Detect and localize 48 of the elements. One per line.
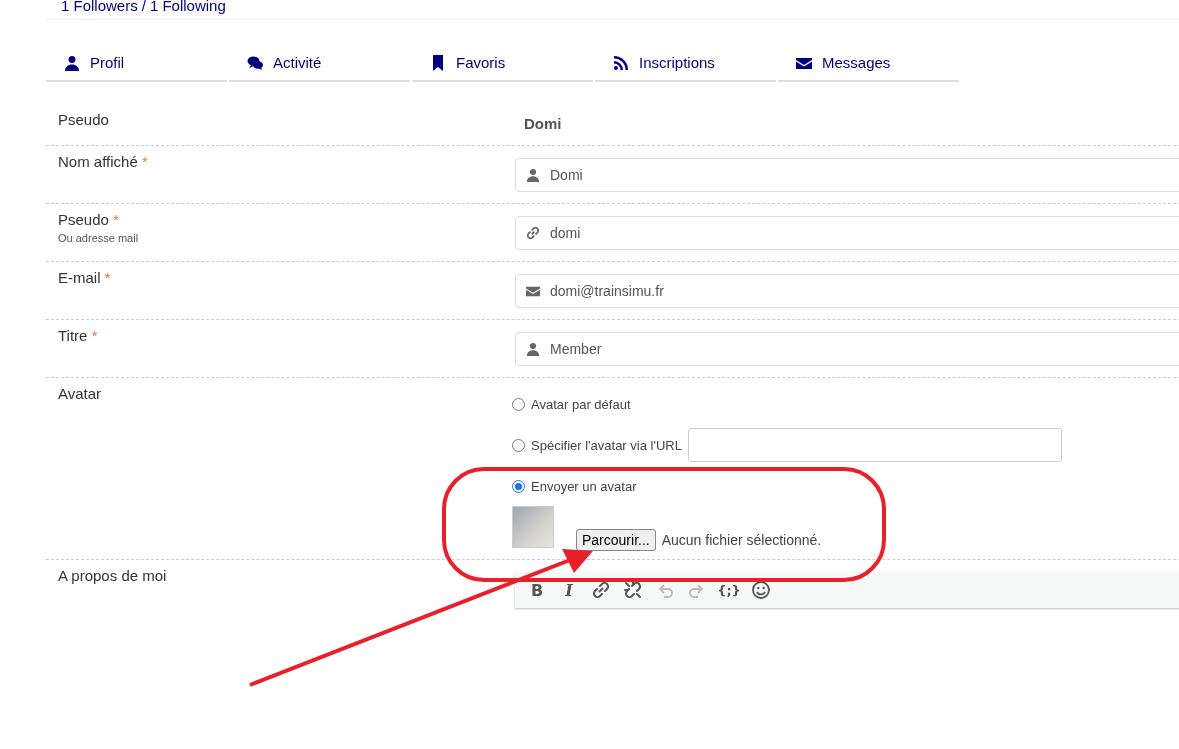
field-label: Nom affiché *	[58, 153, 149, 170]
field-label: Pseudo	[58, 111, 110, 128]
required-mark: *	[104, 269, 111, 286]
bold-button[interactable]: B	[523, 577, 551, 603]
field-hint: Ou adresse mail	[58, 232, 140, 244]
required-mark: *	[141, 153, 148, 170]
radio-label[interactable]: Envoyer un avatar	[531, 478, 637, 494]
field-label: Titre *	[58, 327, 99, 344]
bookmark-icon	[430, 54, 446, 71]
photo-placeholder	[512, 506, 554, 548]
field-label: Avatar	[58, 385, 103, 402]
profile-tab[interactable]: Activité	[229, 45, 410, 82]
code-button[interactable]: {;}	[715, 577, 743, 603]
field-label: E-mail *	[58, 269, 112, 286]
profile-tab[interactable]: Favoris	[412, 45, 593, 82]
link-icon	[526, 226, 540, 240]
rss-icon	[613, 54, 629, 71]
undo-icon	[656, 581, 674, 599]
text-input-field[interactable]: Member	[515, 332, 1179, 366]
followers-link[interactable]: 1 Followers	[61, 0, 138, 19]
profile-tab[interactable]: Profil	[46, 45, 227, 82]
field-label: Pseudo *	[58, 211, 120, 228]
unlink-icon	[624, 581, 642, 599]
italic-button[interactable]: I	[555, 577, 583, 603]
profile-tab[interactable]: Messages	[778, 45, 959, 82]
link-icon	[592, 581, 610, 599]
text-input-field[interactable]: Domi	[515, 158, 1179, 192]
browse-button[interactable]: Parcourir...	[576, 529, 656, 551]
envelope-icon	[526, 284, 540, 298]
redo-icon	[688, 581, 706, 599]
user-icon	[526, 168, 540, 182]
field-label: A propos de moi	[58, 567, 168, 584]
profile-tab[interactable]: Inscriptions	[595, 45, 776, 82]
required-mark: *	[91, 327, 98, 344]
text-input-field[interactable]: domi	[515, 216, 1179, 250]
radio-label[interactable]: Spécifier l'avatar via l'URL	[531, 437, 682, 453]
separator: /	[141, 0, 146, 16]
radio-label[interactable]: Avatar par défaut	[531, 396, 631, 412]
required-mark: *	[113, 211, 119, 228]
user-icon	[64, 54, 80, 71]
user-icon	[526, 342, 540, 356]
emoji-icon	[752, 581, 770, 599]
text-input-field[interactable]: domi@trainsimu.fr	[515, 274, 1179, 308]
username-value: Domi	[523, 114, 562, 132]
url-input-field[interactable]	[687, 428, 1062, 462]
following-link[interactable]: 1 Following	[149, 0, 226, 19]
comments-icon	[247, 54, 263, 71]
file-status: Aucun fichier sélectionné.	[661, 532, 822, 548]
